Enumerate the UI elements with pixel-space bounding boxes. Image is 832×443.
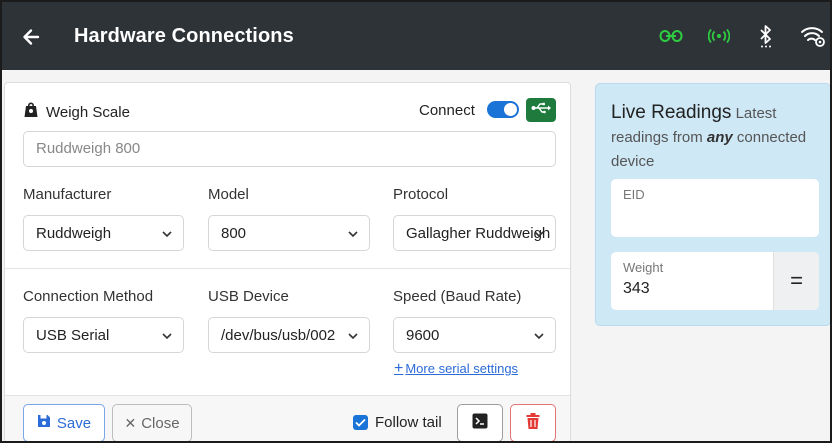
model-select[interactable]: 800 — [208, 215, 370, 251]
trash-icon — [526, 412, 540, 434]
usb-device-select[interactable]: /dev/bus/usb/002 — [208, 317, 370, 353]
back-arrow-icon[interactable] — [16, 22, 46, 52]
chevron-down-icon — [534, 231, 544, 238]
section-title: Weigh Scale — [46, 103, 130, 121]
device-name-input[interactable]: Ruddweigh 800 — [23, 131, 556, 167]
top-bar: Hardware Connections — [2, 2, 830, 70]
chevron-down-icon — [348, 231, 358, 238]
connection-method-label: Connection Method — [23, 288, 154, 305]
scale-icon — [23, 102, 39, 122]
equals-button[interactable]: = — [773, 252, 819, 310]
speed-label: Speed (Baud Rate) — [393, 288, 522, 305]
speed-select[interactable]: 9600 — [393, 317, 556, 353]
more-serial-settings-label: More serial settings — [405, 361, 519, 376]
manufacturer-value: Ruddweigh — [36, 225, 112, 242]
weight-label: Weight — [623, 260, 664, 275]
close-button[interactable]: ✕ Close — [112, 404, 192, 441]
terminal-button[interactable] — [457, 404, 503, 441]
more-serial-settings-link[interactable]: + More serial settings — [394, 359, 519, 377]
follow-tail-checkbox[interactable] — [353, 415, 368, 430]
chevron-down-icon — [162, 333, 172, 340]
save-button[interactable]: Save — [23, 404, 105, 441]
terminal-icon — [472, 413, 488, 434]
bluetooth-icon[interactable] — [752, 22, 780, 50]
chevron-down-icon — [348, 333, 358, 340]
live-readings-panel: Live Readings Latest readings from any c… — [595, 83, 830, 326]
chevron-down-icon — [162, 231, 172, 238]
close-label: Close — [141, 414, 180, 432]
chevron-down-icon — [534, 333, 544, 340]
connection-method-select[interactable]: USB Serial — [23, 317, 184, 353]
connection-method-value: USB Serial — [36, 327, 110, 344]
floppy-icon — [37, 414, 51, 432]
speed-value: 9600 — [406, 327, 440, 344]
close-icon: ✕ — [124, 414, 137, 431]
protocol-select[interactable]: Gallagher Ruddweigh — [393, 215, 556, 251]
eid-label: EID — [623, 187, 645, 202]
app-window: Hardware Connections Weigh Scale Connect — [0, 0, 832, 443]
usb-button[interactable] — [526, 98, 556, 122]
usb-device-value: /dev/bus/usb/002 — [221, 327, 336, 344]
divider — [5, 268, 570, 269]
wifi-settings-icon[interactable] — [799, 22, 827, 50]
page-title: Hardware Connections — [74, 25, 294, 47]
broadcast-icon[interactable] — [705, 22, 733, 50]
live-readings-subtitle-em: any — [706, 129, 733, 146]
card-footer: Save ✕ Close Follow tail — [5, 395, 570, 441]
delete-button[interactable] — [510, 404, 556, 441]
weight-value: 343 — [623, 280, 650, 297]
weight-field: Weight 343 = — [611, 252, 819, 310]
manufacturer-select[interactable]: Ruddweigh — [23, 215, 184, 251]
plus-icon: + — [394, 359, 404, 377]
device-config-card: Weigh Scale Connect Ruddweigh 800 Manufa… — [4, 82, 571, 441]
save-label: Save — [56, 414, 92, 432]
eid-field: EID — [611, 179, 819, 237]
usb-icon — [531, 101, 551, 119]
protocol-value: Gallagher Ruddweigh — [406, 225, 551, 242]
follow-tail-label: Follow tail — [375, 414, 442, 431]
live-readings-header: Live Readings Latest readings from any c… — [611, 101, 821, 174]
live-readings-title: Live Readings — [611, 102, 732, 123]
follow-tail-toggle[interactable]: Follow tail — [353, 414, 442, 431]
section-header: Weigh Scale — [23, 102, 130, 122]
model-value: 800 — [221, 225, 247, 242]
model-label: Model — [208, 186, 249, 203]
connect-toggle[interactable] — [487, 101, 519, 118]
usb-device-label: USB Device — [208, 288, 289, 305]
connect-label: Connect — [419, 102, 475, 119]
protocol-label: Protocol — [393, 186, 449, 203]
manufacturer-label: Manufacturer — [23, 186, 112, 203]
link-icon[interactable] — [657, 22, 685, 50]
